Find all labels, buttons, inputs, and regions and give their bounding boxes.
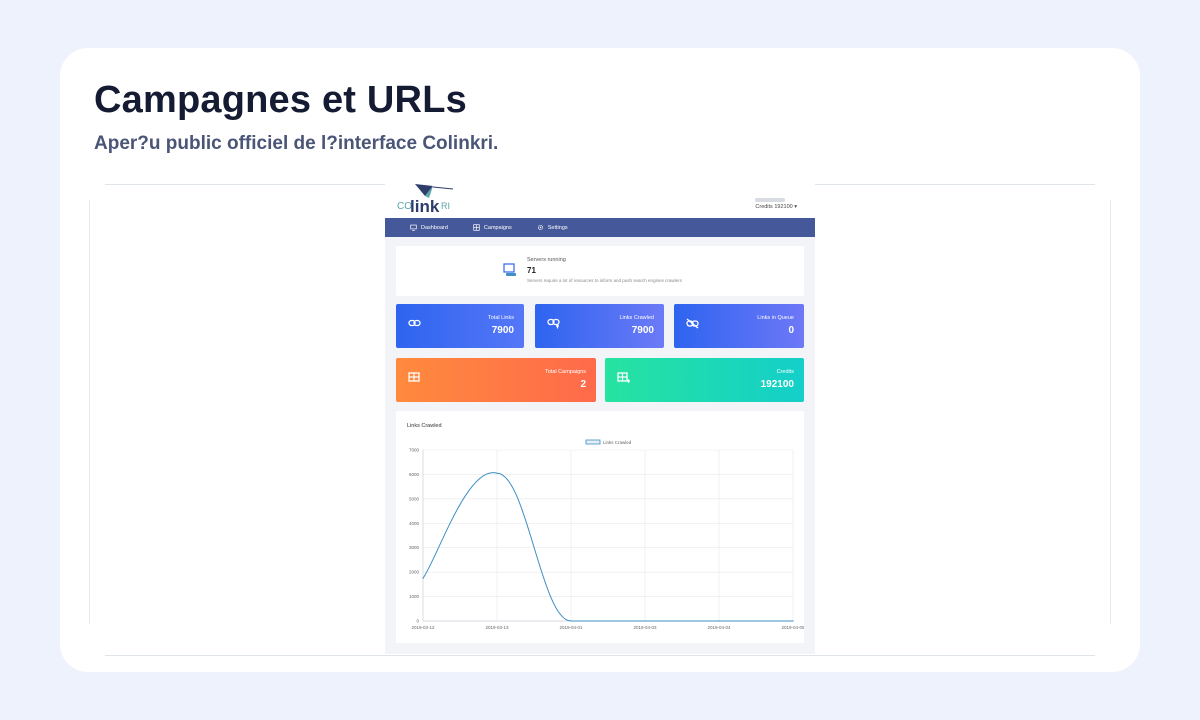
- series-line-links-crawled: [422, 472, 793, 622]
- data-point: [422, 577, 424, 579]
- x-tick-label: 2019-04-03: [633, 625, 657, 630]
- table-icon: [473, 224, 480, 231]
- table-icon: [408, 372, 420, 382]
- y-tick-label: 3000: [409, 545, 420, 550]
- stat-card-total-campaigns: Total Campaigns 2: [396, 358, 596, 402]
- monitor-icon: [410, 224, 417, 231]
- stat-label: Links Crawled: [619, 315, 654, 321]
- frame-divider-right: [1110, 200, 1111, 624]
- main-nav: Dashboard Campaigns Settings: [385, 218, 815, 237]
- nav-item-dashboard[interactable]: Dashboard: [410, 218, 448, 237]
- data-point: [570, 620, 572, 622]
- y-tick-label: 5000: [409, 496, 420, 501]
- y-tick-label: 2000: [409, 570, 420, 575]
- x-tick-label: 2019-04-04: [707, 625, 731, 630]
- username-redacted: [755, 198, 786, 202]
- chevron-down-icon: ▾: [794, 204, 797, 210]
- stat-label: Credits: [776, 369, 794, 375]
- stat-card-credits: Credits 192100: [605, 358, 804, 402]
- servers-panel: Servers running 71 Servers require a lot…: [396, 246, 804, 296]
- page-title: Campagnes et URLs: [94, 79, 467, 121]
- app-screenshot: CO link RI Credits 192100 ▾ Dashboard Ca…: [385, 184, 815, 654]
- y-tick-label: 1000: [409, 594, 420, 599]
- y-tick-label: 0: [416, 619, 419, 624]
- data-point: [496, 472, 498, 474]
- data-point: [792, 620, 794, 622]
- logo-text-ri: RI: [441, 201, 450, 211]
- bird-logo-icon: [415, 184, 454, 198]
- x-tick-label: 2019-03-13: [485, 625, 509, 630]
- stat-value: 0: [788, 325, 794, 336]
- nav-label: Dashboard: [421, 224, 448, 231]
- data-point: [718, 620, 720, 622]
- link-icon: [408, 319, 421, 327]
- stat-value: 7900: [491, 325, 514, 336]
- x-tick-label: 2019-04-05: [781, 625, 804, 630]
- colinkri-logo[interactable]: CO link RI: [385, 184, 465, 218]
- stat-card-links-crawled: Links Crawled 7900: [535, 304, 664, 348]
- page-subtitle: Aper?u public officiel de l?interface Co…: [94, 133, 499, 154]
- logo-text-link: link: [410, 197, 440, 216]
- chart-title: Links Crawled: [407, 423, 442, 429]
- y-tick-label: 6000: [409, 472, 420, 477]
- gear-icon: [537, 224, 543, 231]
- stat-card-total-links: Total Links 7900: [396, 304, 524, 348]
- stat-label: Total Links: [488, 315, 514, 321]
- servers-label: Servers running: [527, 257, 566, 263]
- servers-value: 71: [527, 266, 536, 275]
- account-menu[interactable]: Credits 192100 ▾: [755, 198, 797, 210]
- link-crawled-icon: [547, 318, 560, 329]
- credits-label: Credits 192100: [755, 204, 793, 210]
- server-icon: [503, 263, 516, 276]
- x-tick-label: 2019-04-01: [559, 625, 583, 630]
- stat-card-links-in-queue: Links in Queue 0: [674, 304, 804, 348]
- nav-item-campaigns[interactable]: Campaigns: [473, 218, 512, 237]
- stat-value: 192100: [760, 379, 794, 390]
- x-tick-label: 2019-03-12: [411, 625, 435, 630]
- app-header: CO link RI Credits 192100 ▾: [385, 184, 815, 218]
- y-tick-label: 4000: [409, 521, 420, 526]
- data-point: [644, 620, 646, 622]
- links-crawled-chart-panel: Links Crawled 0 1000 2000 3000 4000 5000 6000 7…: [396, 411, 804, 643]
- stat-label: Total Campaigns: [545, 369, 586, 375]
- links-crawled-chart: 0 1000 2000 3000 4000 5000 6000 7000 2019-03-12 2…: [409, 439, 804, 630]
- legend-label: Links Crawled: [603, 440, 632, 445]
- servers-description: Servers require a lot of resources to in…: [527, 278, 682, 283]
- nav-label: Settings: [547, 224, 568, 231]
- nav-label: Campaigns: [483, 224, 512, 231]
- stat-value: 2: [580, 379, 586, 390]
- y-tick-label: 7000: [409, 448, 420, 453]
- stat-label: Links in Queue: [757, 315, 794, 321]
- stat-value: 7900: [631, 325, 654, 336]
- frame-divider-bottom: [105, 655, 1095, 656]
- nav-item-settings[interactable]: Settings: [537, 218, 568, 237]
- table-add-icon: [617, 372, 630, 383]
- frame-divider-left: [89, 200, 90, 624]
- link-off-icon: [686, 318, 699, 329]
- legend-swatch: [585, 439, 601, 445]
